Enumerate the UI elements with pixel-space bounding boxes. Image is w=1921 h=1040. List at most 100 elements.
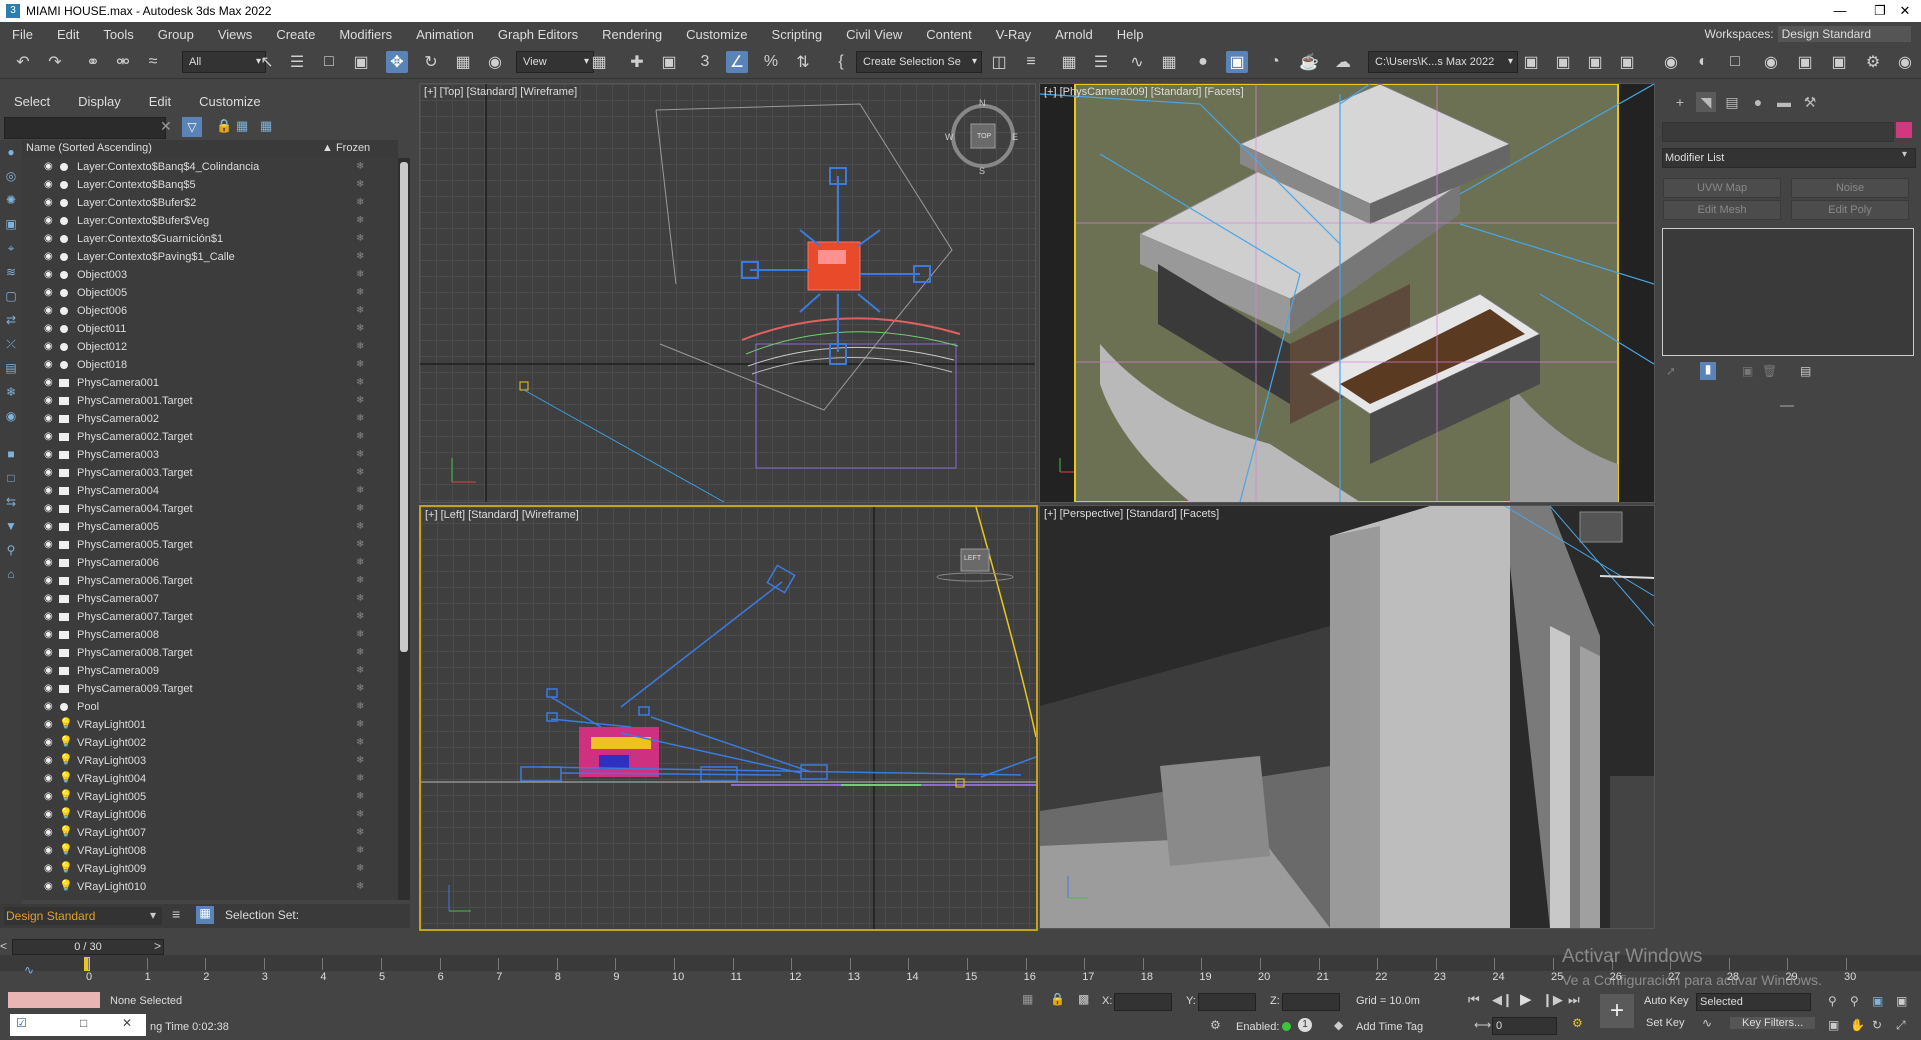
menu-scripting[interactable]: Scripting (760, 27, 835, 42)
list-item[interactable]: ◉ 💡 VRayLight004 ❄ (22, 770, 398, 788)
light-type-icon[interactable]: 💡 (59, 772, 73, 784)
taskbar-thumbnail[interactable]: ☑ □ ✕ (10, 1014, 146, 1036)
auto-key-button[interactable]: Auto Key (1644, 995, 1689, 1007)
workspace-selector[interactable]: Workspaces: Design Standard (1704, 26, 1911, 42)
noise-button[interactable]: Noise (1791, 178, 1909, 198)
name-column-header[interactable]: Name (Sorted Ascending) (26, 142, 152, 154)
menu-arnold[interactable]: Arnold (1043, 27, 1105, 42)
layer-icon[interactable]: ▦ (260, 118, 272, 134)
list-item[interactable]: ◉ PhysCamera009 ❄ (22, 662, 398, 680)
visibility-eye-icon[interactable]: ◉ (44, 176, 53, 194)
pivot-icon[interactable]: ▦ (588, 51, 610, 73)
x-coordinate-field[interactable] (1114, 993, 1172, 1011)
frozen-toggle-icon[interactable]: ❄ (356, 356, 364, 374)
menu-civil-view[interactable]: Civil View (834, 27, 914, 42)
remove-modifier-icon[interactable]: 🗑 (1762, 364, 1777, 378)
toggle-ribbon-icon[interactable]: ☰ (1090, 51, 1112, 73)
visibility-eye-icon[interactable]: ◉ (44, 518, 53, 536)
visibility-eye-icon[interactable]: ◉ (44, 536, 53, 554)
key-mode-toggle-icon[interactable]: ⟷ (1474, 1018, 1491, 1032)
mirror-icon[interactable]: ◫ (988, 51, 1010, 73)
previous-frame-icon[interactable]: ◀❙ (1492, 992, 1513, 1008)
curve-editor-mini-icon[interactable]: ∿ (24, 963, 34, 977)
frozen-toggle-icon[interactable]: ❄ (356, 320, 364, 338)
project-path-dropdown[interactable]: C:\Users\K...s Max 2022 (1368, 51, 1518, 73)
lights-filter-icon[interactable]: ✺ (3, 192, 19, 208)
arnold-render-icon[interactable]: ▣ (1828, 51, 1850, 73)
motion-tab-icon[interactable]: ● (1748, 92, 1768, 112)
visibility-eye-icon[interactable]: ◉ (44, 554, 53, 572)
visibility-eye-icon[interactable]: ◉ (44, 590, 53, 608)
clear-search-icon[interactable]: ✕ (160, 118, 172, 135)
list-item[interactable]: ◉ 💡 VRayLight007 ❄ (22, 824, 398, 842)
list-item[interactable]: ◉ 💡 VRayLight003 ❄ (22, 752, 398, 770)
snaps-toggle-icon[interactable]: 3 (694, 51, 716, 73)
camera-type-icon[interactable] (59, 577, 69, 585)
frozen-toggle-icon[interactable]: ❄ (356, 176, 364, 194)
list-item[interactable]: ◉ Object012 ❄ (22, 338, 398, 356)
time-slider[interactable]: 0 / 30 (12, 939, 164, 955)
list-item[interactable]: ◉ Layer:Contexto$Banq$5 ❄ (22, 176, 398, 194)
vray-toolbar-icon-1[interactable]: ▣ (1552, 51, 1574, 73)
play-icon[interactable]: ▶ (1520, 990, 1532, 1008)
camera-type-icon[interactable] (59, 415, 69, 423)
frozen-toggle-icon[interactable]: ❄ (356, 536, 364, 554)
frozen-toggle-icon[interactable]: ❄ (356, 248, 364, 266)
modifier-list-dropdown[interactable]: Modifier List (1662, 148, 1916, 168)
rendered-frame-icon[interactable]: ◔ (1264, 51, 1286, 73)
visibility-eye-icon[interactable]: ◉ (44, 230, 53, 248)
camera-type-icon[interactable] (59, 451, 69, 459)
geometry-type-icon[interactable] (60, 199, 68, 207)
camera-type-icon[interactable] (59, 613, 69, 621)
visibility-eye-icon[interactable]: ◉ (44, 608, 53, 626)
visibility-eye-icon[interactable]: ◉ (44, 500, 53, 518)
vray-frame-buffer-icon[interactable]: ▣ (1520, 51, 1542, 73)
frozen-toggle-icon[interactable]: ❄ (356, 590, 364, 608)
rect-selection-icon[interactable]: □ (318, 51, 340, 73)
top-viewport-label[interactable]: [+] [Top] [Standard] [Wireframe] (424, 86, 577, 98)
list-item[interactable]: ◉ 💡 VRayLight005 ❄ (22, 788, 398, 806)
undo-icon[interactable]: ↶ (12, 51, 34, 73)
add-time-tag[interactable]: Add Time Tag (1356, 1021, 1423, 1033)
app-icon[interactable]: 3 (6, 4, 20, 18)
info-icon[interactable]: 1 (1298, 1018, 1312, 1032)
list-item[interactable]: ◉ Object011 ❄ (22, 320, 398, 338)
close-icon[interactable]: ✕ (1885, 0, 1921, 22)
orbit-icon[interactable]: ↻ (1872, 1018, 1882, 1032)
dropdown-arrow-icon[interactable]: ▾ (150, 908, 156, 922)
z-coordinate-field[interactable] (1282, 993, 1340, 1011)
modifier-stack[interactable] (1662, 228, 1914, 356)
time-config-icon[interactable]: ⚙ (1572, 1016, 1583, 1030)
list-item[interactable]: ◉ PhysCamera005 ❄ (22, 518, 398, 536)
panel-divider[interactable] (1780, 405, 1794, 407)
frozen-toggle-icon[interactable]: ❄ (356, 770, 364, 788)
y-coordinate-field[interactable] (1198, 993, 1256, 1011)
frozen-toggle-icon[interactable]: ❄ (356, 698, 364, 716)
list-item[interactable]: ◉ PhysCamera001.Target ❄ (22, 392, 398, 410)
visibility-eye-icon[interactable]: ◉ (44, 680, 53, 698)
select-object-icon[interactable]: ↖ (256, 51, 278, 73)
light-type-icon[interactable]: 💡 (59, 808, 73, 820)
maxscript-listener[interactable] (8, 992, 100, 1008)
menu-modifiers[interactable]: Modifiers (327, 27, 404, 42)
explorer-menu-select[interactable]: Select (0, 94, 64, 109)
absolute-mode-icon[interactable]: ▩ (1078, 992, 1089, 1006)
menu-v-ray[interactable]: V-Ray (984, 27, 1043, 42)
make-unique-icon[interactable]: ▣ (1742, 364, 1753, 378)
list-item[interactable]: ◉ PhysCamera006 ❄ (22, 554, 398, 572)
frozen-toggle-icon[interactable]: ❄ (356, 482, 364, 500)
redo-icon[interactable]: ↷ (44, 51, 66, 73)
visibility-eye-icon[interactable]: ◉ (44, 716, 53, 734)
geometry-type-icon[interactable] (60, 307, 68, 315)
visibility-eye-icon[interactable]: ◉ (44, 338, 53, 356)
prev-frame-arrow-icon[interactable]: < (0, 939, 7, 953)
explorer-menu-display[interactable]: Display (64, 94, 135, 109)
pin-stack-icon[interactable]: ➚ (1666, 364, 1676, 378)
rotate-icon[interactable]: ↻ (420, 51, 442, 73)
visibility-eye-icon[interactable]: ◉ (44, 392, 53, 410)
funnel-filter-icon[interactable]: ▼ (3, 518, 19, 534)
arnold-icon-2[interactable]: ▣ (1794, 51, 1816, 73)
modifier-dropdown-arrow-icon[interactable]: ▾ (1902, 149, 1907, 160)
render-setup-icon[interactable]: ▣ (1226, 51, 1248, 73)
scene-list-scrollbar[interactable] (398, 158, 410, 900)
